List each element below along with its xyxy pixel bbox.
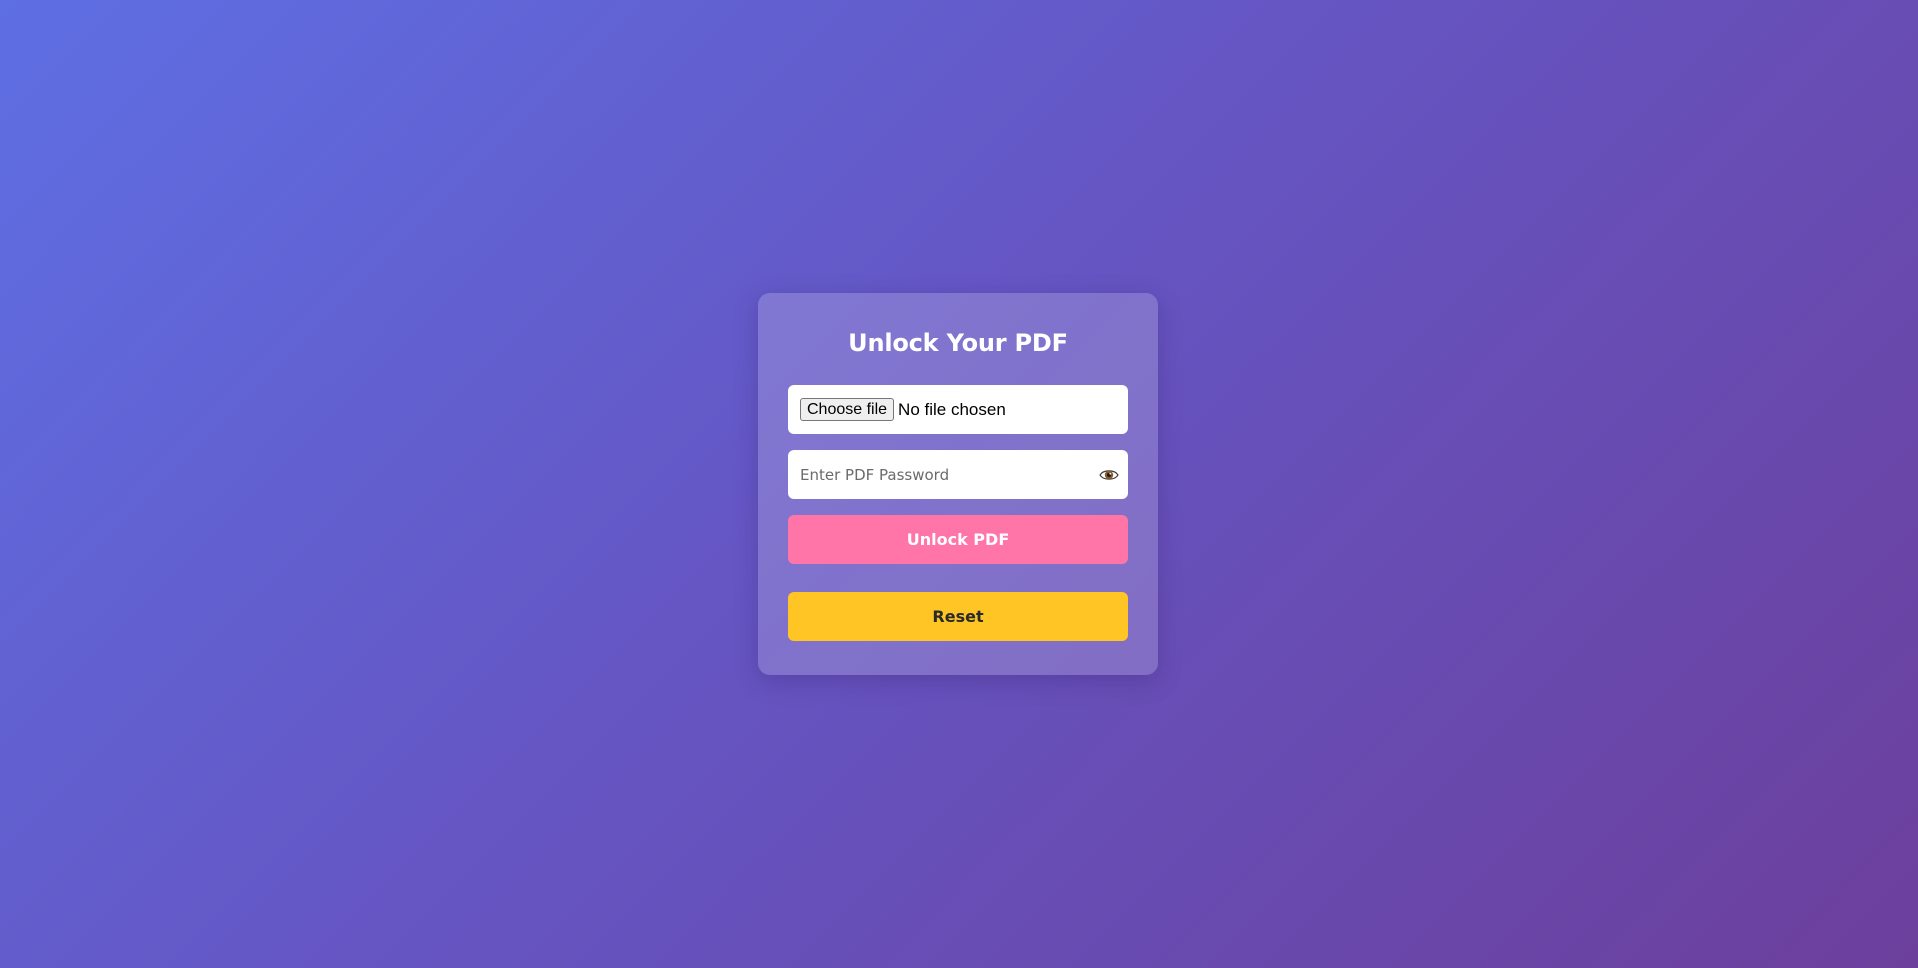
file-status-text: No file chosen [898,399,1006,419]
password-field-wrapper [788,450,1128,499]
password-input[interactable] [788,450,1128,499]
choose-file-button[interactable]: Choose file [800,398,895,421]
unlock-pdf-button[interactable]: Unlock PDF [788,515,1128,564]
unlock-pdf-card: Unlock Your PDF Choose file No file chos… [758,293,1158,675]
reset-button[interactable]: Reset [788,592,1128,641]
card-title: Unlock Your PDF [848,329,1068,357]
eye-icon[interactable] [1099,465,1119,485]
file-picker[interactable]: Choose file No file chosen [788,385,1128,434]
